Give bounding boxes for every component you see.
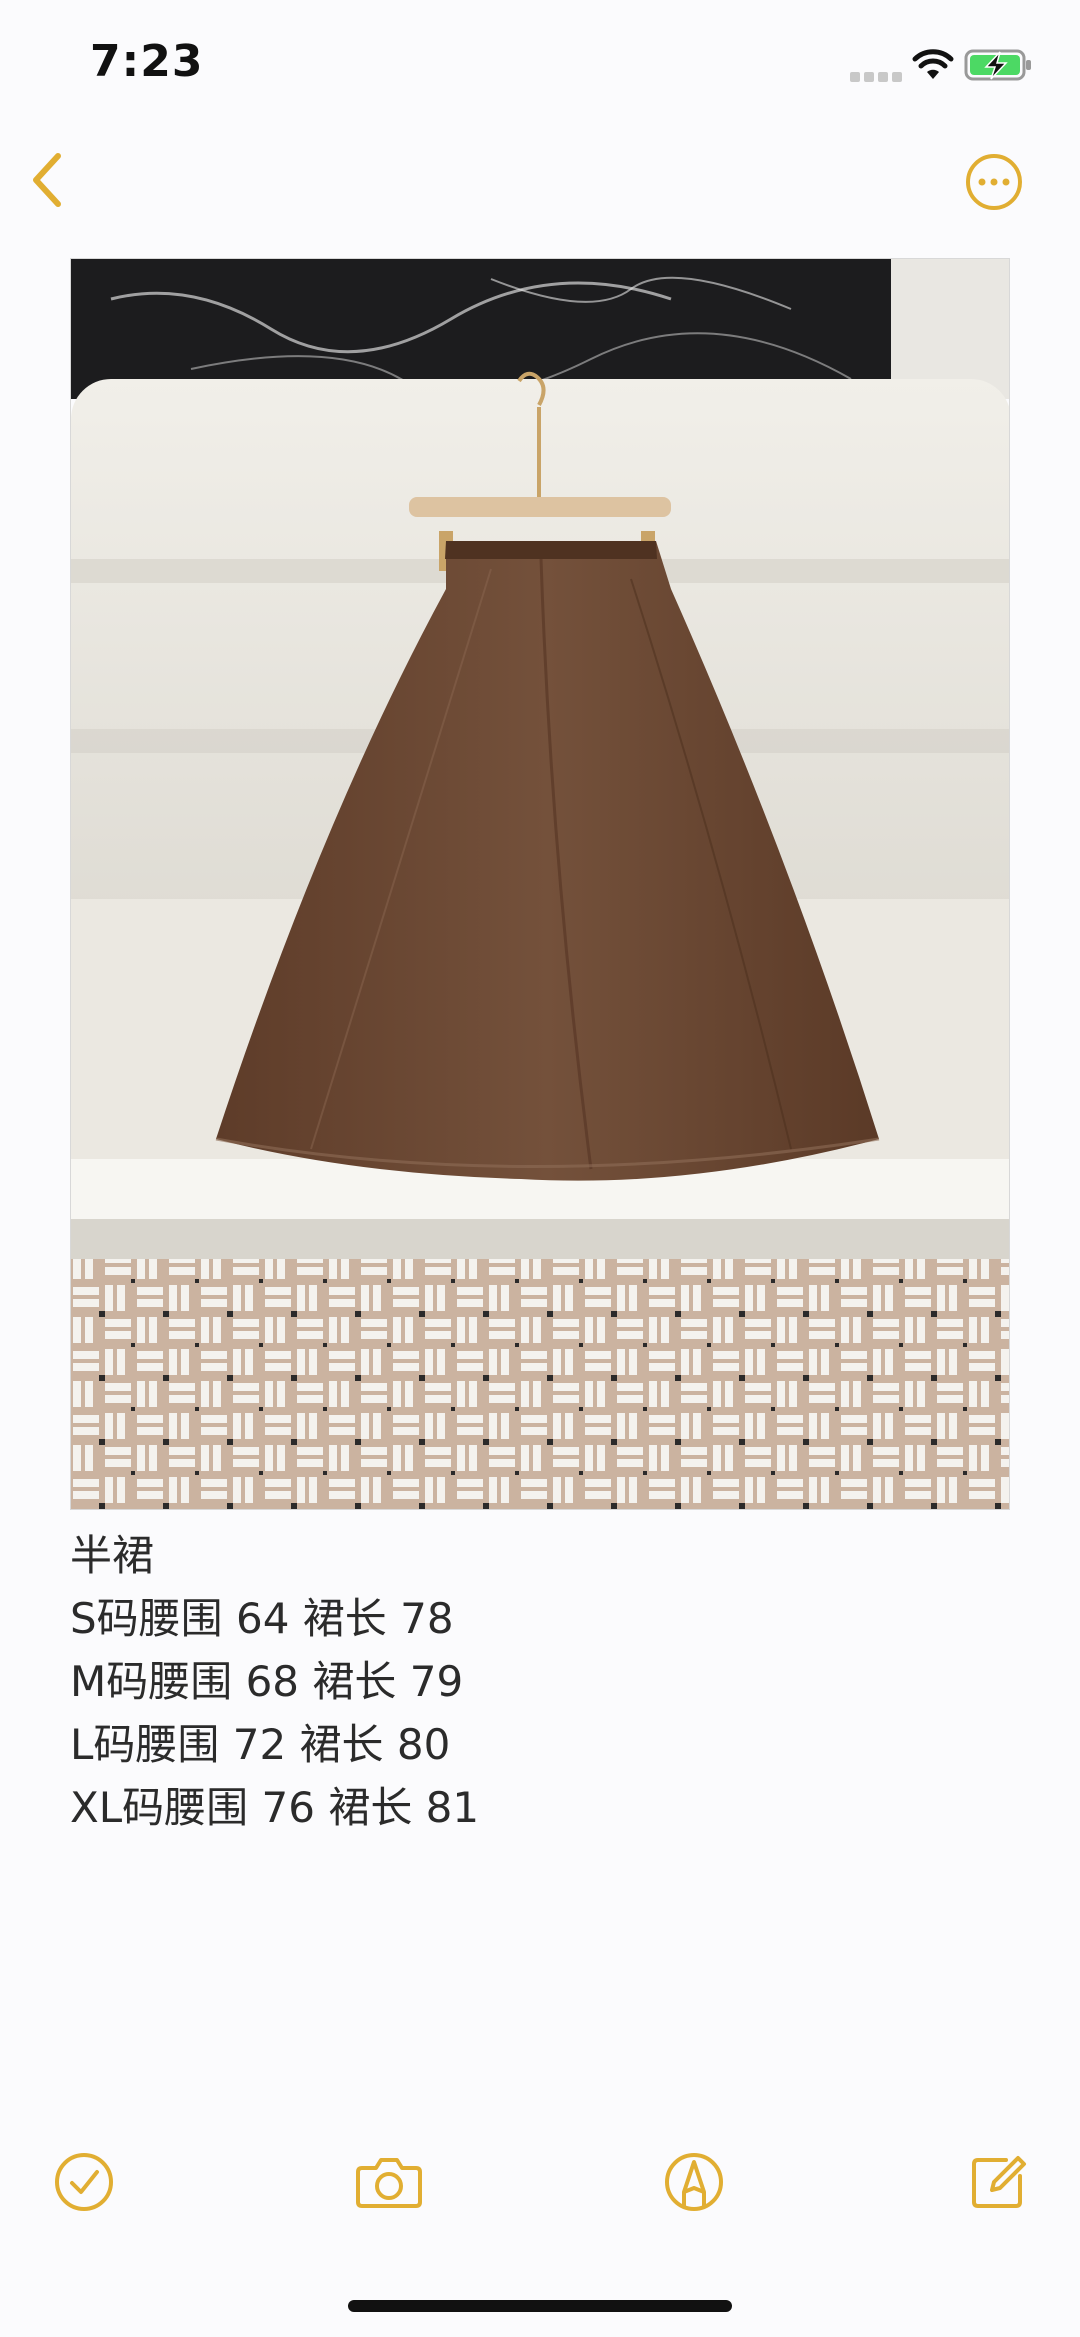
- status-bar: 7:23: [0, 0, 1080, 128]
- home-indicator[interactable]: [348, 2300, 732, 2312]
- status-time: 7:23: [90, 36, 204, 87]
- notes-screen: 7:23 半裙 S码腰围 64 裙长 78 M码腰围 68 裙长 79 L码腰围…: [0, 0, 1080, 2337]
- battery-charging-icon: [964, 49, 1031, 81]
- bottom-toolbar: [0, 2150, 1080, 2230]
- camera-icon[interactable]: [354, 2150, 424, 2214]
- note-size-xl-line: XL码腰围 76 裙长 81: [70, 1783, 480, 1832]
- skirt-photo-illustration: [71, 259, 1009, 1509]
- note-size-m-line: M码腰围 68 裙长 79: [70, 1657, 464, 1706]
- checkmark-circle-icon[interactable]: [52, 2150, 116, 2214]
- wifi-icon: [912, 49, 954, 79]
- compose-icon[interactable]: [966, 2150, 1030, 2214]
- pen-circle-icon[interactable]: [662, 2150, 726, 2214]
- note-body[interactable]: 半裙 S码腰围 64 裙长 78 M码腰围 68 裙长 79 L码腰围 72 裙…: [70, 1524, 1010, 1839]
- note-title-line: 半裙: [70, 1531, 155, 1580]
- note-size-l-line: L码腰围 72 裙长 80: [70, 1720, 451, 1769]
- cellular-signal-icon: [850, 68, 906, 82]
- skirt-photo[interactable]: [70, 258, 1010, 1510]
- note-size-s-line: S码腰围 64 裙长 78: [70, 1594, 454, 1643]
- ellipsis-circle-icon[interactable]: [964, 152, 1024, 212]
- chevron-left-icon[interactable]: [28, 148, 68, 212]
